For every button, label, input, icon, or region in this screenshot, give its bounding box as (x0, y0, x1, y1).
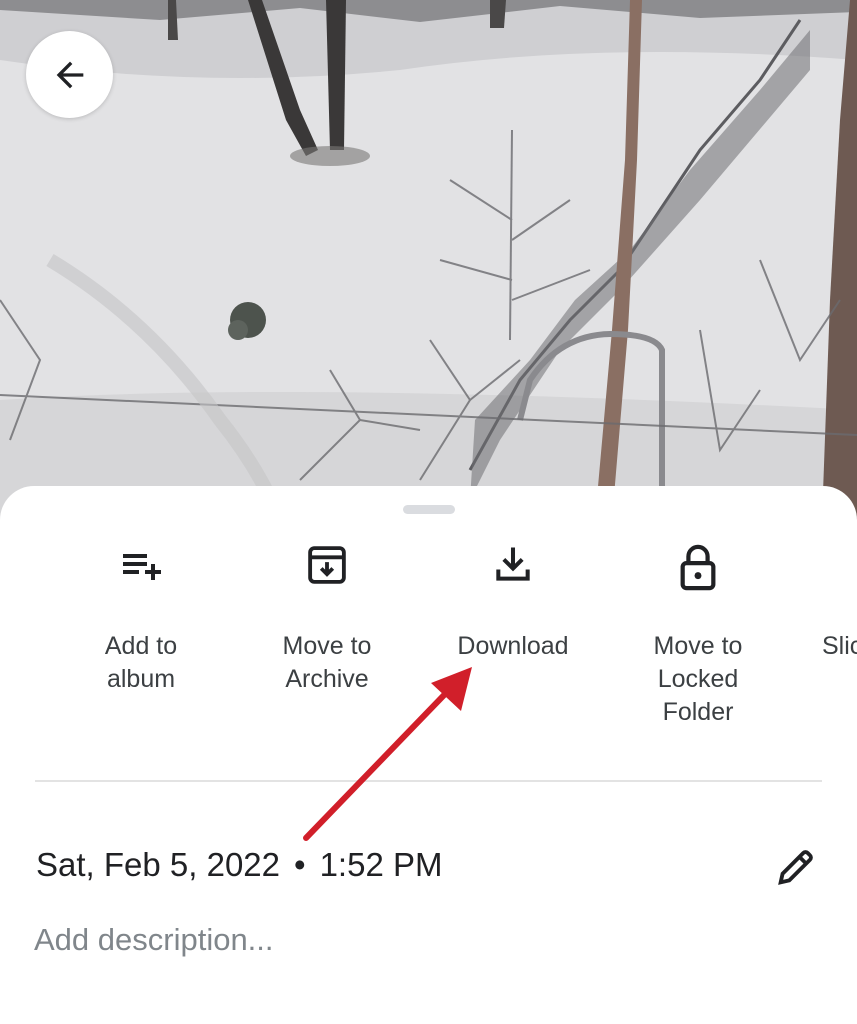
download-icon (496, 547, 530, 581)
action-move-to-locked-folder-label: Move to Locked Folder (653, 632, 743, 726)
action-move-to-archive[interactable]: Move to Archive (237, 542, 417, 696)
divider (35, 780, 822, 782)
drag-handle[interactable] (403, 505, 455, 514)
lock-icon (680, 544, 716, 591)
action-move-to-archive-label: Move to Archive (282, 632, 372, 693)
archive-icon (308, 546, 346, 584)
separator-dot: • (294, 846, 306, 883)
back-button[interactable] (26, 31, 113, 118)
photo-date: Sat, Feb 5, 2022 (36, 846, 281, 883)
action-download[interactable]: Download (423, 542, 603, 663)
photo-viewer[interactable] (0, 0, 857, 520)
photo-image (0, 0, 857, 520)
photo-time: 1:52 PM (319, 846, 443, 883)
pencil-icon[interactable] (773, 844, 819, 890)
action-download-label: Download (457, 632, 569, 660)
screen: eo Add to album Move to Archive (0, 0, 857, 1024)
action-video-label: eo (0, 630, 20, 663)
action-slideshow-label: Slic (822, 632, 857, 660)
action-move-to-locked-folder[interactable]: Move to Locked Folder (608, 542, 788, 729)
action-add-to-album-label: Add to album (104, 632, 178, 693)
slideshow-icon (795, 542, 857, 612)
action-video[interactable]: eo (0, 542, 20, 663)
arrow-back-icon (56, 61, 83, 88)
date-time[interactable]: Sat, Feb 5, 2022 • 1:52 PM (36, 846, 442, 884)
action-slideshow[interactable]: Slic (795, 542, 857, 663)
action-add-to-album[interactable]: Add to album (51, 542, 231, 696)
description-input[interactable] (34, 918, 734, 962)
playlist-add-icon (123, 554, 161, 580)
video-icon (0, 542, 20, 612)
info-bottom-sheet: eo Add to album Move to Archive (0, 486, 857, 1024)
